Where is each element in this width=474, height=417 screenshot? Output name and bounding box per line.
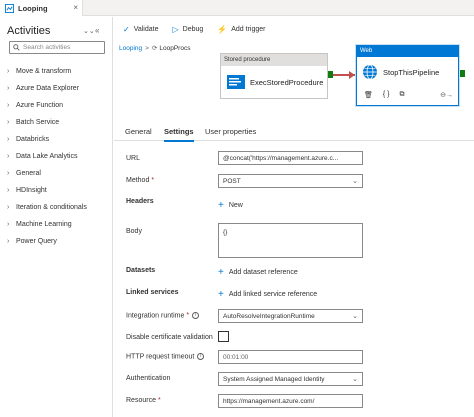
integration-runtime-select[interactable]: AutoResolveIntegrationRuntime ⌄ <box>218 309 363 323</box>
activities-title: Activities <box>7 25 51 37</box>
pipeline-tab-title: Looping <box>18 3 48 13</box>
search-icon <box>13 44 20 51</box>
category-item[interactable]: › Azure Data Explorer <box>7 80 87 97</box>
authentication-label: Authentication <box>126 375 171 382</box>
breadcrumb: Looping > ⟳ LoopProcs <box>119 44 191 53</box>
stored-procedure-activity[interactable]: Stored procedure ExecStoredProcedure <box>220 53 328 99</box>
chevron-right-icon: › <box>7 153 10 160</box>
category-item[interactable]: › Batch Service <box>7 114 87 131</box>
category-item[interactable]: › Machine Learning <box>7 216 87 233</box>
integration-runtime-label: Integration runtime * i <box>126 312 200 319</box>
pipeline-tab[interactable]: Looping × <box>0 0 83 16</box>
active-tab-indicator <box>164 140 194 142</box>
category-item[interactable]: › Iteration & conditionals <box>7 199 87 216</box>
chevron-right-icon: › <box>7 204 10 211</box>
chevron-right-icon: › <box>7 102 10 109</box>
add-header-button[interactable]: + New <box>218 200 243 211</box>
play-icon: ▷ <box>172 24 179 34</box>
search-placeholder: Search activities <box>23 44 71 51</box>
category-item[interactable]: › Azure Function <box>7 97 87 114</box>
chevron-right-icon: › <box>7 85 10 92</box>
add-dataset-reference-button[interactable]: + Add dataset reference <box>218 267 298 278</box>
category-item[interactable]: › Move & transform <box>7 63 87 80</box>
web-activity[interactable]: Web StopThisPipeline 🗑 { } ⧉ ⊖→ <box>356 45 459 106</box>
property-tabs: General Settings User properties <box>114 121 474 141</box>
trigger-icon: ⚡ <box>217 24 228 34</box>
plus-icon: + <box>218 267 224 278</box>
add-linked-service-reference-button[interactable]: + Add linked service reference <box>218 289 317 300</box>
breadcrumb-separator: > <box>145 44 149 52</box>
search-activities-input[interactable]: Search activities <box>9 41 105 54</box>
chevron-right-icon: › <box>7 221 10 228</box>
category-item[interactable]: › Databricks <box>7 131 87 148</box>
category-item[interactable]: › HDInsight <box>7 182 87 199</box>
globe-icon <box>363 64 377 80</box>
chevron-right-icon: › <box>7 170 10 177</box>
breadcrumb-current: LoopProcs <box>159 44 191 52</box>
url-field[interactable]: @concat('https://management.azure.c... <box>218 151 363 165</box>
resource-field[interactable]: https://management.azure.com/ <box>218 394 363 408</box>
connector-arrowhead <box>349 71 355 79</box>
plus-icon: + <box>218 289 224 300</box>
timeout-label: HTTP request timeout i <box>126 353 205 360</box>
timeout-field[interactable]: 00:01:00 <box>218 350 363 364</box>
close-tab-icon[interactable]: × <box>73 3 78 12</box>
checkmark-icon: ✓ <box>123 24 130 34</box>
delete-icon[interactable]: 🗑 <box>364 91 373 99</box>
linked-services-label: Linked services <box>126 289 179 296</box>
chevron-right-icon: › <box>7 119 10 126</box>
success-output-port[interactable] <box>460 70 465 77</box>
plus-icon: + <box>218 200 224 211</box>
body-textarea[interactable]: {} <box>218 223 363 258</box>
method-select[interactable]: POST ⌄ <box>218 174 363 188</box>
method-label: Method * <box>126 177 155 184</box>
debug-button[interactable]: ▷ Debug <box>172 25 203 34</box>
add-output-icon[interactable]: ⊖→ <box>440 91 453 99</box>
activities-pane: Activities ⌄⌄ « Search activities › Move … <box>0 17 113 417</box>
chevron-down-icon: ⌄ <box>352 178 358 185</box>
copy-icon[interactable]: ⧉ <box>400 91 405 99</box>
chevron-right-icon: › <box>7 68 10 75</box>
tab-strip: Looping × <box>0 0 474 16</box>
code-icon[interactable]: { } <box>383 91 390 99</box>
disable-certificate-checkbox[interactable] <box>218 331 229 342</box>
chevron-down-icon: ⌄ <box>352 376 358 383</box>
chevron-right-icon: › <box>7 187 10 194</box>
chevron-down-icon: ⌄ <box>352 313 358 320</box>
chevron-right-icon: › <box>7 238 10 245</box>
category-item[interactable]: › Power Query <box>7 233 87 250</box>
datasets-label: Datasets <box>126 267 156 274</box>
pipeline-toolbar: ✓ Validate ▷ Debug ⚡ Add trigger <box>114 17 474 41</box>
tab-settings[interactable]: Settings <box>164 127 194 136</box>
body-label: Body <box>126 228 142 235</box>
activity-name: StopThisPipeline <box>383 67 440 77</box>
info-icon[interactable]: i <box>197 353 205 360</box>
authentication-select[interactable]: System Assigned Managed Identity ⌄ <box>218 372 363 386</box>
resource-label: Resource * <box>126 397 161 404</box>
category-item[interactable]: › Data Lake Analytics <box>7 148 87 165</box>
chevron-right-icon: › <box>7 136 10 143</box>
activity-type-label: Stored procedure <box>221 54 327 66</box>
activity-type-label: Web <box>357 46 458 57</box>
tab-user-properties[interactable]: User properties <box>205 127 256 136</box>
activity-category-list: › Move & transform › Azure Data Explorer ›… <box>7 63 87 250</box>
info-icon[interactable]: i <box>192 312 200 319</box>
collapse-all-icon[interactable]: ⌄⌄ <box>83 27 95 35</box>
foreach-icon: ⟳ <box>151 45 158 52</box>
headers-label: Headers <box>126 198 154 205</box>
activity-name: ExecStoredProcedure <box>250 77 324 87</box>
add-trigger-button[interactable]: ⚡ Add trigger <box>217 25 265 34</box>
disable-certificate-label: Disable certificate validation <box>126 334 213 341</box>
validate-button[interactable]: ✓ Validate <box>123 25 158 34</box>
hide-pane-icon[interactable]: « <box>95 26 99 35</box>
stored-procedure-icon <box>227 75 245 89</box>
url-label: URL <box>126 155 141 162</box>
pipeline-icon <box>5 3 14 13</box>
category-item[interactable]: › General <box>7 165 87 182</box>
breadcrumb-parent[interactable]: Looping <box>119 45 142 52</box>
tab-general[interactable]: General <box>125 127 152 136</box>
